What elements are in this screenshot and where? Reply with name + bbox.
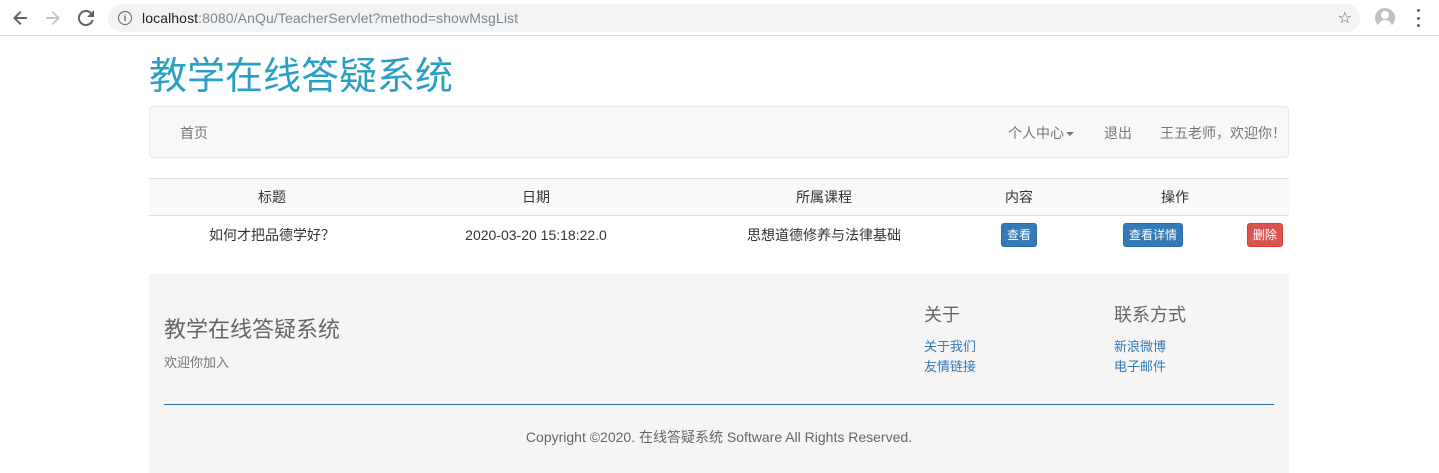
browser-toolbar: i localhost:8080/AnQu/TeacherServlet?met… <box>0 0 1439 36</box>
copyright-text: Copyright ©2020. 在线答疑系统 Software All Rig… <box>525 429 913 445</box>
footer-contact-heading: 联系方式 <box>1114 305 1186 325</box>
delete-button[interactable]: 删除 <box>1246 222 1283 247</box>
table-header-row: 标题 日期 所属课程 内容 操作 <box>149 178 1289 216</box>
view-button[interactable]: 查看 <box>1000 222 1037 247</box>
nav-right: 个人中心 退出 王五老师，欢迎你！ <box>1008 123 1288 143</box>
footer-title: 教学在线答疑系统 <box>164 318 341 343</box>
footer-subtitle: 欢迎你加入 <box>164 355 230 370</box>
nav-home-link[interactable]: 首页 <box>180 123 208 143</box>
more-menu-icon[interactable] <box>1408 9 1428 27</box>
footer-contact-column: 联系方式 新浪微博 电子邮件 <box>1114 301 1186 377</box>
navbar: 首页 个人中心 退出 王五老师，欢迎你！ <box>149 106 1289 158</box>
header-date: 日期 <box>395 178 677 216</box>
welcome-text: 王五老师，欢迎你！ <box>1160 125 1286 141</box>
nav-personal-center-label: 个人中心 <box>1008 125 1064 141</box>
header-course: 所属课程 <box>677 178 971 216</box>
table-row: 如何才把品德学好？ 2020-03-20 15:18:22.0 思想道德修养与法… <box>149 216 1289 254</box>
profile-avatar-icon[interactable] <box>1375 8 1395 28</box>
info-icon[interactable]: i <box>118 11 132 25</box>
footer-divider <box>164 404 1274 405</box>
back-arrow-icon[interactable] <box>10 8 30 28</box>
footer-about-heading: 关于 <box>924 305 960 325</box>
main-container: 教学在线答疑系统 首页 个人中心 退出 王五老师，欢迎你！ 标题 日期 所属课程… <box>149 37 1289 254</box>
footer-link-weibo[interactable]: 新浪微博 <box>1114 337 1186 357</box>
nav-personal-center-dropdown[interactable]: 个人中心 <box>1008 123 1074 143</box>
cell-title: 如何才把品德学好？ <box>209 226 335 243</box>
cell-date: 2020-03-20 15:18:22.0 <box>465 226 607 243</box>
site-title: 教学在线答疑系统 <box>149 54 454 98</box>
footer: 教学在线答疑系统 欢迎你加入 关于 关于我们 友情链接 联系方式 新浪微博 电子… <box>149 274 1289 473</box>
footer-link-friend-links[interactable]: 友情链接 <box>924 357 976 377</box>
view-details-button[interactable]: 查看详情 <box>1123 222 1184 247</box>
header-content: 内容 <box>971 178 1067 216</box>
nav-logout-link[interactable]: 退出 <box>1104 123 1132 143</box>
address-bar[interactable]: i localhost:8080/AnQu/TeacherServlet?met… <box>108 4 1360 32</box>
header-actions: 操作 <box>1067 178 1289 216</box>
footer-about-column: 关于 关于我们 友情链接 <box>924 301 976 377</box>
footer-link-about-us[interactable]: 关于我们 <box>924 337 976 357</box>
forward-arrow-icon[interactable] <box>43 8 63 28</box>
caret-down-icon <box>1066 132 1074 137</box>
header-title: 标题 <box>149 178 395 216</box>
bookmark-star-icon[interactable]: ☆ <box>1338 8 1352 28</box>
reload-icon[interactable] <box>76 8 96 28</box>
footer-link-email[interactable]: 电子邮件 <box>1114 357 1186 377</box>
url-text[interactable]: localhost:8080/AnQu/TeacherServlet?metho… <box>142 10 518 26</box>
message-table: 标题 日期 所属课程 内容 操作 如何才把品德学好？ 2020-03-20 15… <box>149 178 1289 254</box>
cell-course: 思想道德修养与法律基础 <box>747 226 901 243</box>
